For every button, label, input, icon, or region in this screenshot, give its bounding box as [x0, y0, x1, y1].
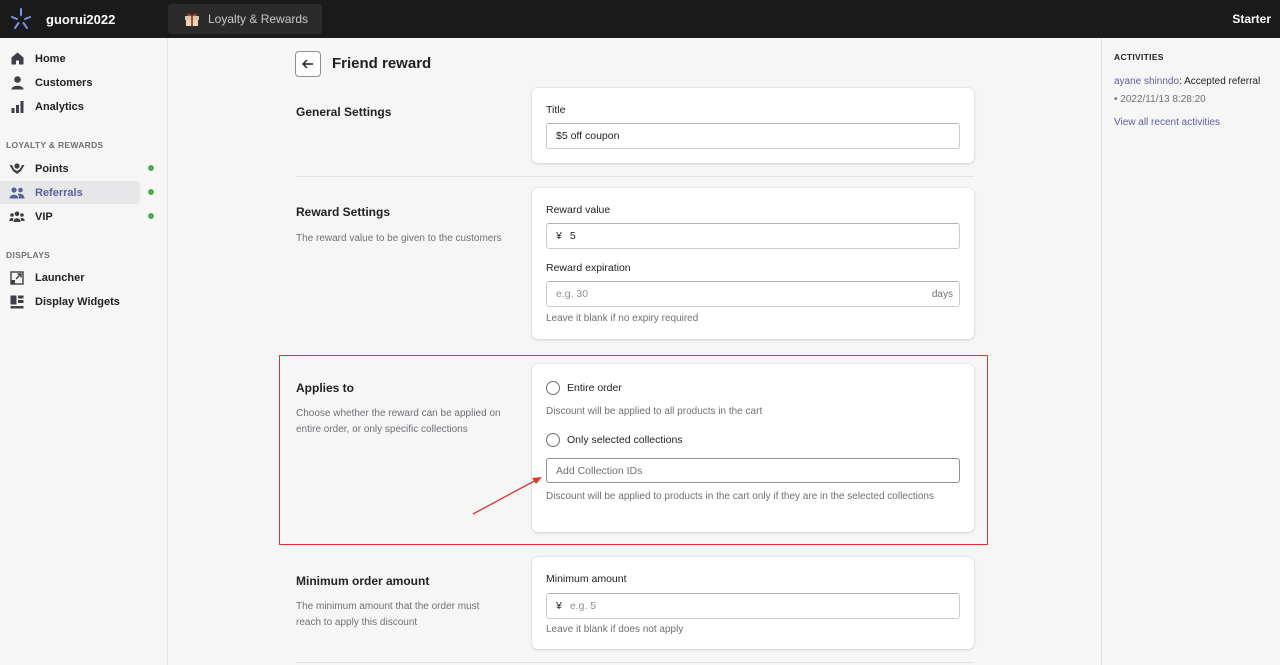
back-button[interactable] — [295, 51, 321, 77]
activity-timestamp: • 2022/11/13 8:28:20 — [1114, 94, 1206, 105]
reward-expiration-help: Leave it blank if no expiry required — [546, 313, 699, 324]
sidebar-item-vip[interactable]: VIP — [0, 205, 140, 228]
sidebar-item-label: Points — [35, 162, 69, 175]
shop-switcher[interactable]: guorui2022 — [0, 6, 168, 32]
collections-help: Discount will be applied to products in … — [546, 491, 934, 502]
sidebar-item-label: Display Widgets — [35, 295, 120, 308]
app-tab-loyalty[interactable]: Loyalty & Rewards — [168, 4, 323, 34]
referrals-status-dot — [148, 189, 154, 195]
shop-logo-icon — [11, 8, 31, 29]
reward-settings-heading: Reward Settings — [296, 205, 391, 219]
minimum-amount-input[interactable]: ¥ e.g. 5 — [546, 593, 960, 619]
page-title: Friend reward — [332, 55, 432, 72]
reward-expiration-placeholder: e.g. 30 — [556, 288, 589, 300]
reward-expiration-input[interactable]: e.g. 30 days — [546, 281, 960, 307]
sidebar-item-referrals[interactable]: Referrals — [0, 181, 140, 204]
applies-to-description: Choose whether the reward can be applied… — [296, 408, 501, 435]
reward-settings-description: The reward value to be given to the cust… — [296, 233, 502, 244]
activities-panel: ACTIVITIES ayane shinndo: Accepted refer… — [1101, 38, 1280, 665]
selected-collections-label: Only selected collections — [567, 434, 683, 446]
people-icon — [9, 185, 25, 201]
general-settings-heading: General Settings — [296, 105, 392, 119]
top-bar: guorui2022 Loyalty & Rewards Starter — [0, 0, 1280, 38]
selected-collections-option[interactable]: Only selected collections — [546, 433, 683, 447]
entire-order-option[interactable]: Entire order — [546, 381, 622, 395]
entire-order-label: Entire order — [567, 382, 622, 394]
title-input[interactable]: $5 off coupon — [546, 123, 960, 149]
sidebar: Home Customers Analytics LOYALTY & REWAR… — [0, 38, 168, 665]
divider — [296, 662, 974, 663]
selected-collections-radio[interactable] — [546, 433, 560, 447]
person-icon — [9, 75, 25, 91]
currency-prefix: ¥ — [556, 230, 562, 242]
minimum-order-card: Minimum amount ¥ e.g. 5 Leave it blank i… — [532, 557, 974, 649]
sidebar-section-displays: DISPLAYS — [6, 250, 51, 260]
sidebar-item-launcher[interactable]: Launcher — [0, 266, 140, 289]
applies-to-card: Entire order Discount will be applied to… — [532, 364, 974, 532]
currency-prefix: ¥ — [556, 600, 562, 612]
sidebar-item-display-widgets[interactable]: Display Widgets — [0, 290, 140, 313]
shop-name: guorui2022 — [46, 11, 116, 27]
sidebar-item-analytics[interactable]: Analytics — [0, 95, 140, 118]
general-settings-card: Title $5 off coupon — [532, 88, 974, 163]
gift-icon — [185, 13, 199, 26]
reward-value-label: Reward value — [546, 204, 611, 216]
hands-coin-icon — [9, 161, 25, 177]
days-suffix: days — [931, 289, 953, 300]
minimum-order-heading: Minimum order amount — [296, 574, 430, 588]
sidebar-item-customers[interactable]: Customers — [0, 71, 140, 94]
reward-expiration-label: Reward expiration — [546, 262, 631, 274]
entire-order-help: Discount will be applied to all products… — [546, 406, 763, 417]
group-icon — [9, 209, 25, 225]
minimum-amount-placeholder: e.g. 5 — [569, 600, 597, 612]
sidebar-item-label: Customers — [35, 76, 93, 89]
reward-settings-card: Reward value ¥ 5 Reward expiration e.g. … — [532, 188, 974, 339]
sidebar-item-points[interactable]: Points — [0, 157, 140, 180]
sidebar-item-home[interactable]: Home — [0, 47, 140, 70]
sidebar-item-label: VIP — [35, 210, 53, 223]
divider — [296, 176, 974, 177]
title-label: Title — [546, 104, 566, 116]
arrow-left-icon — [302, 59, 313, 69]
title-input-value: $5 off coupon — [556, 130, 620, 142]
reward-value-input[interactable]: ¥ 5 — [546, 223, 960, 249]
applies-to-heading: Applies to — [296, 381, 355, 395]
sidebar-item-label: Home — [35, 52, 66, 65]
activities-heading: ACTIVITIES — [1114, 52, 1164, 62]
sidebar-item-label: Launcher — [35, 271, 85, 284]
bar-chart-icon — [9, 99, 25, 115]
reward-value-text: 5 — [569, 230, 576, 242]
view-all-activities-link[interactable]: View all recent activities — [1114, 117, 1220, 128]
main-content: Friend reward General Settings Title $5 … — [169, 38, 1100, 665]
vip-status-dot — [148, 213, 154, 219]
activity-item: ayane shinndo: Accepted referral • 2022/… — [1114, 73, 1274, 109]
sidebar-item-label: Analytics — [35, 100, 84, 113]
minimum-amount-label: Minimum amount — [546, 573, 627, 585]
minimum-order-description: The minimum amount that the order must r… — [296, 601, 480, 628]
activity-action: : Accepted referral — [1179, 76, 1261, 87]
widgets-icon — [9, 294, 25, 310]
app-tab-label: Loyalty & Rewards — [208, 12, 309, 26]
sidebar-section-loyalty: LOYALTY & REWARDS — [6, 140, 104, 150]
launcher-icon — [9, 270, 25, 286]
collection-ids-input[interactable]: Add Collection IDs — [546, 458, 960, 483]
entire-order-radio[interactable] — [546, 381, 560, 395]
collection-ids-placeholder: Add Collection IDs — [556, 464, 643, 477]
minimum-amount-help: Leave it blank if does not apply — [546, 624, 684, 635]
plan-badge[interactable]: Starter — [1232, 12, 1271, 26]
points-status-dot — [148, 165, 154, 171]
activity-user-link[interactable]: ayane shinndo — [1114, 76, 1179, 87]
sidebar-item-label: Referrals — [35, 186, 83, 199]
home-icon — [9, 51, 25, 67]
